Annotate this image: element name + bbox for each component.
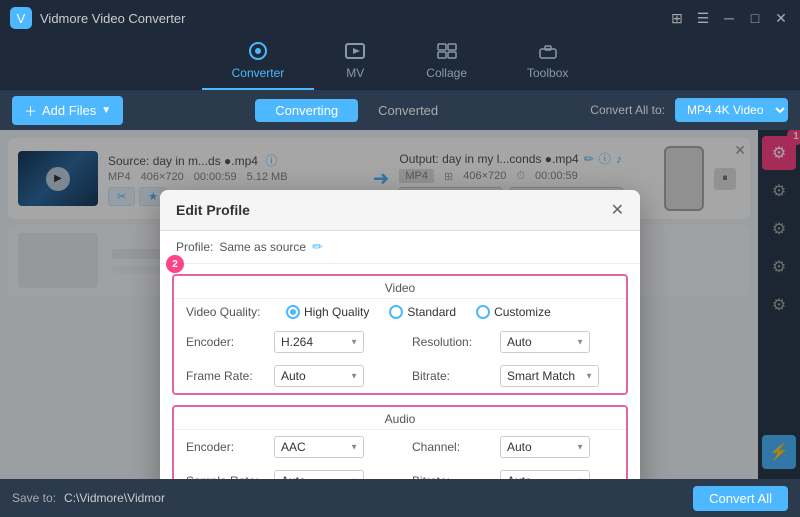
maximize-icon[interactable]: □ [746, 10, 764, 26]
main-content: ▶ Source: day in m...ds ●.mp4 ⓘ MP4 406×… [0, 130, 800, 479]
encoder-row: Encoder: H.264 [174, 325, 400, 359]
modal-header: Edit Profile ✕ [160, 190, 640, 231]
encoder-select-wrapper: H.264 [274, 331, 364, 353]
tab-converter-label: Converter [232, 66, 285, 80]
modal-profile-row: Profile: Same as source ✏ [160, 231, 640, 264]
quality-standard-label: Standard [407, 305, 456, 319]
tab-toolbox[interactable]: Toolbox [497, 36, 598, 90]
channel-select[interactable]: Auto [500, 436, 590, 458]
nav-tabs: Converter MV Collage [0, 36, 800, 90]
toolbox-icon [537, 42, 559, 64]
frame-rate-select-wrapper: Auto [274, 365, 364, 387]
resolution-select-wrapper: Auto [500, 331, 590, 353]
audio-encoder-label: Encoder: [186, 440, 266, 454]
tab-converter[interactable]: Converter [202, 36, 315, 90]
sample-rate-select-wrapper: Auto [274, 470, 364, 479]
radio-standard[interactable] [389, 305, 403, 319]
sample-rate-label: Sample Rate: [186, 474, 266, 479]
edit-profile-modal: Edit Profile ✕ Profile: Same as source ✏… [160, 190, 640, 479]
radio-customize[interactable] [476, 305, 490, 319]
add-files-label: Add Files [42, 103, 96, 118]
dropdown-arrow-icon: ▼ [101, 105, 111, 116]
tab-collage[interactable]: Collage [396, 36, 497, 90]
video-section-title: Video [174, 276, 626, 299]
tab-collage-label: Collage [426, 66, 467, 80]
audio-grid: Encoder: AAC Channel: Auto [174, 430, 626, 479]
channel-row: Channel: Auto [400, 430, 626, 464]
encoder-select[interactable]: H.264 [274, 331, 364, 353]
tab-mv-label: MV [346, 66, 364, 80]
plus-icon: ＋ [24, 101, 37, 120]
minimize-icon[interactable]: ─ [720, 10, 738, 26]
bottom-bar: Save to: C:\Vidmore\Vidmor Convert All [0, 479, 800, 517]
modal-title: Edit Profile [176, 202, 250, 218]
add-files-button[interactable]: ＋ Add Files ▼ [12, 96, 123, 125]
convert-all-label: Convert All to: [590, 103, 665, 117]
resolution-label: Resolution: [412, 335, 492, 349]
save-to-path: C:\Vidmore\Vidmor [64, 491, 685, 505]
app-container: V Vidmore Video Converter ⊞ ☰ ─ □ ✕ Conv… [0, 0, 800, 517]
frame-rate-row: Frame Rate: Auto [174, 359, 400, 393]
toolbar: ＋ Add Files ▼ Converting Converted Conve… [0, 90, 800, 130]
profile-edit-icon[interactable]: ✏ [312, 239, 323, 255]
bitrate-select[interactable]: Smart Match [500, 365, 599, 387]
audio-bitrate-select-wrapper: Auto [500, 470, 590, 479]
tab-toolbox-label: Toolbox [527, 66, 568, 80]
quality-standard[interactable]: Standard [389, 305, 456, 319]
menu-icon[interactable]: ☰ [694, 10, 712, 27]
profile-label: Profile: [176, 240, 213, 254]
encoder-label: Encoder: [186, 335, 266, 349]
audio-encoder-select-wrapper: AAC [274, 436, 364, 458]
svg-text:V: V [17, 11, 26, 26]
save-to-label: Save to: [12, 491, 56, 505]
badge-2: 2 [166, 255, 184, 273]
app-title: Vidmore Video Converter [40, 11, 668, 26]
audio-encoder-row: Encoder: AAC [174, 430, 400, 464]
tab-pill-converted[interactable]: Converted [358, 99, 458, 122]
audio-section-title: Audio [174, 407, 626, 430]
audio-encoder-select[interactable]: AAC [274, 436, 364, 458]
frame-rate-label: Frame Rate: [186, 369, 266, 383]
resolution-select[interactable]: Auto [500, 331, 590, 353]
video-section: Video Video Quality: High Quality Standa… [172, 274, 628, 395]
title-bar: V Vidmore Video Converter ⊞ ☰ ─ □ ✕ [0, 0, 800, 36]
profile-value: Same as source [219, 240, 306, 254]
grid-icon[interactable]: ⊞ [668, 10, 686, 27]
audio-bitrate-label: Bitrate: [412, 474, 492, 479]
modal-overlay: Edit Profile ✕ Profile: Same as source ✏… [0, 130, 800, 479]
quality-high-label: High Quality [304, 305, 369, 319]
radio-high-quality[interactable] [286, 305, 300, 319]
mv-icon [344, 42, 366, 64]
quality-label: Video Quality: [186, 305, 266, 319]
app-logo: V [10, 7, 32, 29]
quality-high[interactable]: High Quality [286, 305, 369, 319]
sample-rate-row: Sample Rate: Auto [174, 464, 400, 479]
sample-rate-select[interactable]: Auto [274, 470, 364, 479]
title-bar-controls: ⊞ ☰ ─ □ ✕ [668, 10, 790, 27]
tab-pill-converting[interactable]: Converting [255, 99, 358, 122]
channel-select-wrapper: Auto [500, 436, 590, 458]
video-bitrate-label: Bitrate: [412, 369, 492, 383]
audio-section: Audio Encoder: AAC Channel: [172, 405, 628, 479]
frame-rate-select[interactable]: Auto [274, 365, 364, 387]
modal-close-button[interactable]: ✕ [611, 200, 624, 220]
video-grid: Encoder: H.264 Resolution: A [174, 325, 626, 393]
bitrate-row: Bitrate: Smart Match [400, 359, 626, 393]
bitrate-select-wrapper: Smart Match [500, 365, 599, 387]
audio-bitrate-select[interactable]: Auto [500, 470, 590, 479]
tab-pills: Converting Converted [133, 99, 580, 122]
tab-mv[interactable]: MV [314, 36, 396, 90]
collage-icon [436, 42, 458, 64]
convert-all-select[interactable]: MP4 4K Video [675, 98, 788, 122]
quality-row: Video Quality: High Quality Standard Cus… [174, 299, 626, 325]
audio-bitrate-row: Bitrate: Auto [400, 464, 626, 479]
quality-customize[interactable]: Customize [476, 305, 551, 319]
resolution-row: Resolution: Auto [400, 325, 626, 359]
quality-customize-label: Customize [494, 305, 551, 319]
convert-button[interactable]: Convert All [693, 486, 788, 511]
convert-label: Convert All [709, 491, 772, 506]
close-icon[interactable]: ✕ [772, 10, 790, 27]
channel-label: Channel: [412, 440, 492, 454]
converter-icon [247, 42, 269, 64]
